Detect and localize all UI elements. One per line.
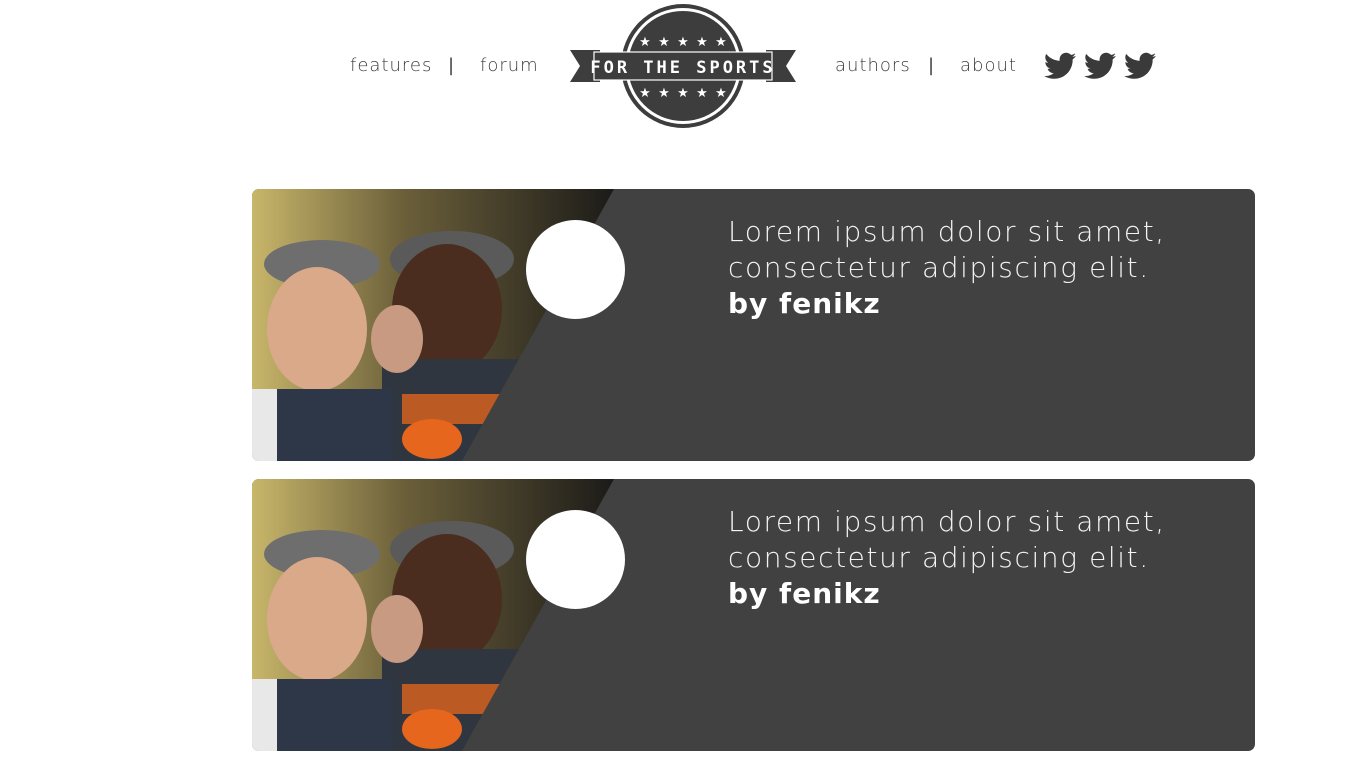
svg-text:★: ★ (658, 86, 670, 101)
article-author[interactable]: by fenikz (728, 286, 1228, 322)
article-summary: Lorem ipsum dolor sit amet, consectetur … (728, 214, 1228, 322)
logo-text: FOR THE SPORTS (590, 58, 775, 78)
nav-link-authors[interactable]: authors (835, 55, 911, 76)
svg-text:★: ★ (715, 86, 727, 101)
svg-text:★: ★ (639, 35, 651, 50)
svg-text:★: ★ (677, 35, 689, 50)
nav-link-features[interactable]: features (350, 55, 432, 76)
author-avatar[interactable] (526, 510, 625, 609)
twitter-icon[interactable] (1124, 52, 1156, 80)
svg-text:★: ★ (677, 86, 689, 101)
article-text-line: consectetur adipiscing elit. (728, 251, 1150, 284)
twitter-icon[interactable] (1084, 52, 1116, 80)
svg-text:★: ★ (639, 86, 651, 101)
author-avatar[interactable] (526, 220, 625, 319)
nav-separator: | (928, 55, 935, 76)
article-summary: Lorem ipsum dolor sit amet, consectetur … (728, 504, 1228, 612)
article-card[interactable]: Lorem ipsum dolor sit amet, consectetur … (252, 189, 1255, 461)
page: features | forum FOR THE SPORTS ★ ★ ★ ★ … (0, 0, 1366, 768)
article-card[interactable]: Lorem ipsum dolor sit amet, consectetur … (252, 479, 1255, 751)
svg-text:★: ★ (715, 35, 727, 50)
nav-link-forum[interactable]: forum (480, 55, 539, 76)
svg-text:★: ★ (696, 35, 708, 50)
site-logo[interactable]: FOR THE SPORTS ★ ★ ★ ★ ★ ★ ★ ★ ★ ★ (570, 2, 796, 132)
article-text-line: Lorem ipsum dolor sit amet, (728, 215, 1166, 248)
nav-link-about[interactable]: about (960, 55, 1017, 76)
article-text-line: consectetur adipiscing elit. (728, 541, 1150, 574)
svg-text:★: ★ (658, 35, 670, 50)
svg-text:★: ★ (696, 86, 708, 101)
article-text-line: Lorem ipsum dolor sit amet, (728, 505, 1166, 538)
article-author[interactable]: by fenikz (728, 576, 1228, 612)
nav-separator: | (448, 55, 455, 76)
twitter-icon[interactable] (1044, 52, 1076, 80)
